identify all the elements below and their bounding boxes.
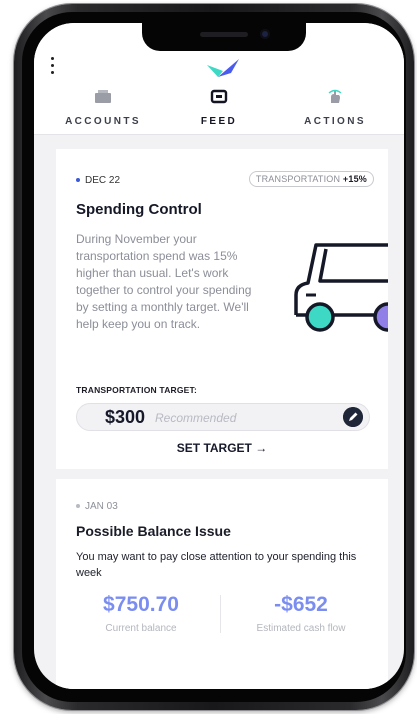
card-body: You may want to pay close attention to y… (76, 551, 357, 579)
card-date: DEC 22 (76, 175, 120, 186)
tab-actions[interactable]: ACTIONS (280, 89, 390, 129)
card-date: JAN 03 (76, 501, 118, 512)
phone-screen: ACCOUNTS FEED ACTIONS DEC 22 TRANSPORTAT… (34, 23, 404, 689)
card-body: During November your transportation spen… (76, 232, 252, 331)
spending-control-card: DEC 22 TRANSPORTATION +15% Spending Cont… (56, 149, 388, 469)
tab-actions-label: ACTIONS (304, 116, 366, 127)
category-tag-change: +15% (342, 174, 367, 184)
cash-flow-stat: -$652 Estimated cash flow (226, 593, 376, 634)
card-title: Possible Balance Issue (76, 523, 231, 539)
card-date-text: JAN 03 (85, 501, 118, 512)
target-placeholder: Recommended (155, 411, 237, 425)
tab-accounts-label: ACCOUNTS (65, 116, 141, 127)
camera-icon (260, 29, 270, 39)
balance-issue-card: JAN 03 Possible Balance Issue You may wa… (56, 479, 388, 689)
cash-flow-value: -$652 (274, 593, 328, 616)
current-balance-stat: $750.70 Current balance (66, 593, 216, 634)
notch (142, 23, 306, 51)
pencil-icon[interactable] (343, 407, 363, 427)
more-menu-icon[interactable] (50, 57, 56, 79)
main-tabs: ACCOUNTS FEED ACTIONS (34, 89, 404, 135)
set-target-button[interactable]: SET TARGET → (56, 441, 388, 455)
current-balance-value: $750.70 (103, 593, 179, 616)
tab-feed-label: FEED (200, 116, 238, 127)
tab-feed[interactable]: FEED (164, 89, 274, 129)
header-divider (34, 134, 404, 135)
wallet-icon (95, 90, 111, 103)
date-dot-icon (76, 178, 80, 183)
stat-divider (220, 595, 221, 633)
card-title: Spending Control (76, 201, 202, 218)
target-label: TRANSPORTATION TARGET: (76, 385, 198, 395)
category-tag: TRANSPORTATION +15% (248, 171, 374, 187)
feed-icon (210, 89, 228, 104)
car-icon (294, 243, 388, 332)
category-tag-label: TRANSPORTATION (255, 174, 341, 184)
target-amount: $300 (105, 407, 146, 427)
date-dot-icon (76, 504, 80, 509)
speaker (200, 32, 248, 37)
tab-accounts[interactable]: ACCOUNTS (48, 89, 158, 129)
current-balance-label: Current balance (105, 623, 177, 634)
cash-flow-label: Estimated cash flow (256, 623, 346, 634)
app-logo-icon (207, 59, 239, 77)
target-input[interactable]: $300 Recommended (76, 403, 370, 431)
action-icon (328, 89, 342, 103)
card-date-text: DEC 22 (85, 175, 121, 186)
